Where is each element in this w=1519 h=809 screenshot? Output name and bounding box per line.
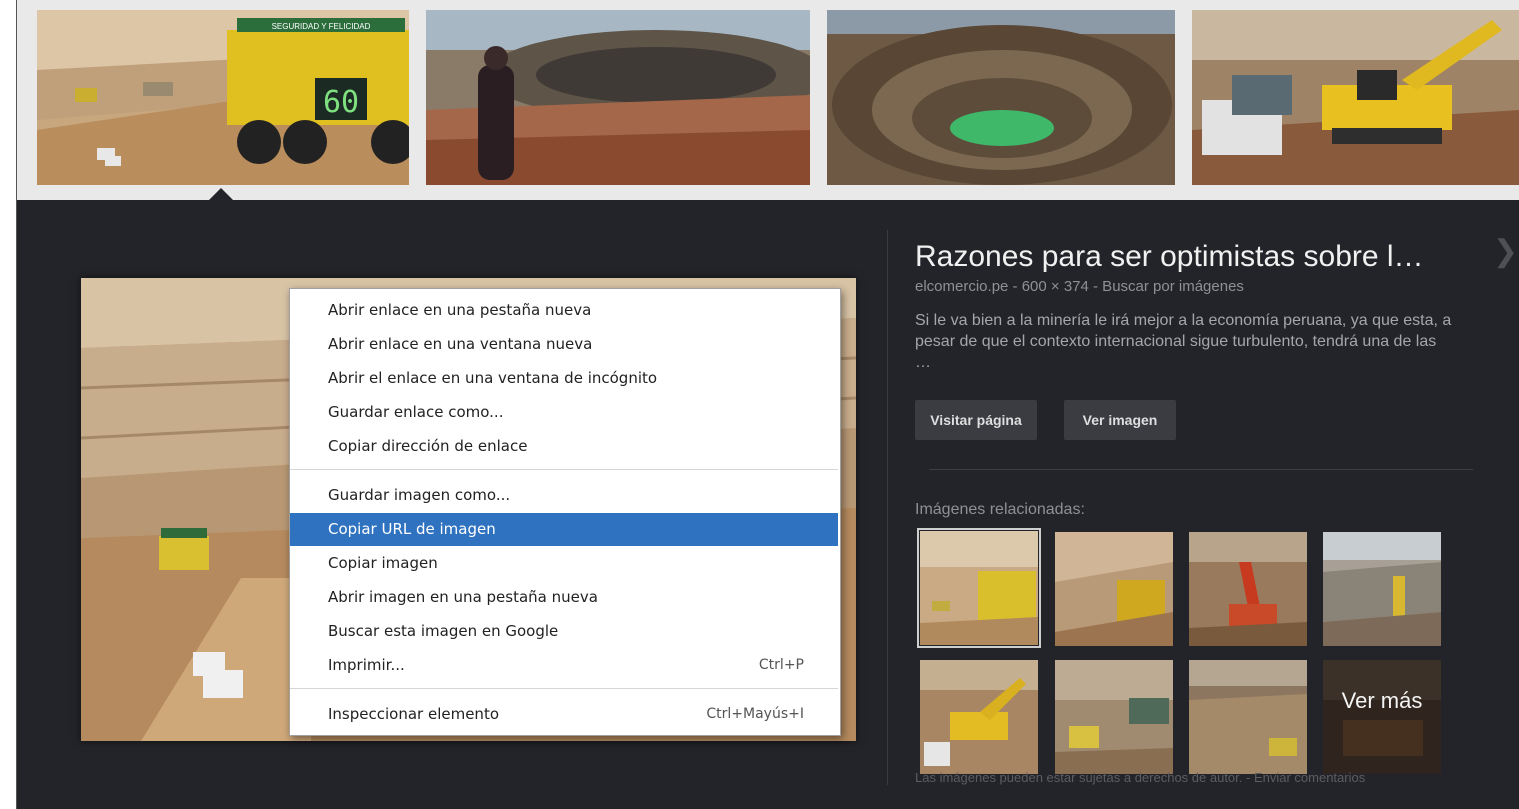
see-more-label: Ver más [1341,688,1423,713]
thumbnail-strip: SEGURIDAD Y FELICIDAD 60 [17,0,1519,202]
related-drill-rig-icon [1189,532,1307,646]
result-description: Si le va bien a la minería le irá mejor … [915,312,1452,371]
result-title[interactable]: Razones para ser optimistas sobre l… [915,240,1424,274]
related-image-5[interactable] [920,660,1038,774]
menu-item-label: Copiar imagen [328,554,438,572]
related-excavator-icon [920,660,1038,774]
menu-item-label: Copiar URL de imagen [328,520,496,538]
menu-item-open-link-new-window[interactable]: Abrir enlace en una ventana nueva [290,328,838,361]
related-image-2[interactable] [1055,532,1173,646]
menu-item-shortcut: Ctrl+P [758,657,804,673]
menu-item-label: Abrir enlace en una pestaña nueva [328,301,592,319]
menu-item-open-link-new-tab[interactable]: Abrir enlace en una pestaña nueva [290,294,838,327]
menu-item-print[interactable]: Imprimir... Ctrl+P [290,649,838,682]
thumbnail-open-pit-lake[interactable] [827,10,1175,185]
menu-item-label: Guardar enlace como... [328,403,504,421]
thumbnail-mining-truck[interactable]: SEGURIDAD Y FELICIDAD 60 [37,10,409,185]
svg-text:SEGURIDAD Y FELICIDAD: SEGURIDAD Y FELICIDAD [272,22,371,31]
related-image-7[interactable] [1189,660,1307,774]
send-feedback-link[interactable]: Enviar comentarios [1254,770,1365,785]
section-divider [929,469,1473,470]
related-image-3[interactable] [1189,532,1307,646]
image-info-panel: Razones para ser optimistas sobre l… elc… [887,230,1519,809]
see-more-tile[interactable]: Ver más [1323,660,1441,774]
menu-item-label: Abrir imagen en una pestaña nueva [328,588,598,606]
related-construction-icon [1055,660,1173,774]
thumbnail-woman-open-pit[interactable] [426,10,810,185]
svg-text:60: 60 [323,85,359,120]
menu-item-save-link-as[interactable]: Guardar enlace como... [290,396,838,429]
menu-item-save-image-as[interactable]: Guardar imagen como... [290,479,838,512]
view-image-button[interactable]: Ver imagen [1064,400,1176,440]
menu-separator [290,688,838,689]
panel-divider [887,230,888,785]
related-image-4[interactable] [1323,532,1441,646]
related-mining-truck-icon [920,531,1038,645]
copyright-footer: Las imágenes pueden estar sujetas a dere… [915,770,1365,785]
menu-item-label: Imprimir... [328,656,405,674]
menu-separator [290,469,838,470]
selected-thumbnail-pointer [207,188,235,202]
menu-item-label: Inspeccionar elemento [328,705,499,723]
related-image-6[interactable] [1055,660,1173,774]
menu-item-open-link-incognito[interactable]: Abrir el enlace en una ventana de incógn… [290,362,838,395]
menu-item-copy-link-address[interactable]: Copiar dirección de enlace [290,430,838,463]
related-pit-edge-icon [1323,532,1441,646]
menu-item-copy-image-url[interactable]: Copiar URL de imagen [290,513,838,546]
menu-item-open-image-new-tab[interactable]: Abrir imagen en una pestaña nueva [290,581,838,614]
visit-page-button[interactable]: Visitar página [915,400,1037,440]
menu-item-label: Buscar esta imagen en Google [328,622,559,640]
thumbnail-excavator[interactable] [1192,10,1519,185]
menu-item-shortcut: Ctrl+Mayús+I [706,706,804,722]
mining-truck-photo-icon: SEGURIDAD Y FELICIDAD 60 [37,10,409,185]
related-quarry-icon [1189,660,1307,774]
menu-item-inspect-element[interactable]: Inspeccionar elemento Ctrl+Mayús+I [290,698,838,731]
related-haul-road-icon [1055,532,1173,646]
menu-item-label: Guardar imagen como... [328,486,511,504]
menu-item-label: Abrir enlace en una ventana nueva [328,335,593,353]
close-chevron-icon[interactable]: ❯ [1493,234,1518,269]
image-viewer-frame: SEGURIDAD Y FELICIDAD 60 Abrir enlace en… [16,0,1519,809]
footer-separator: - [1242,770,1254,785]
context-menu: Abrir enlace en una pestaña nueva Abrir … [289,288,841,736]
result-meta: elcomercio.pe - 600 × 374 - Buscar por i… [915,278,1244,295]
related-images-heading: Imágenes relacionadas: [915,501,1085,518]
excavator-and-trucks-photo-icon [1192,10,1519,185]
woman-at-open-pit-photo-icon [426,10,810,185]
menu-item-search-image-google[interactable]: Buscar esta imagen en Google [290,615,838,648]
menu-item-copy-image[interactable]: Copiar imagen [290,547,838,580]
menu-item-label: Abrir el enlace en una ventana de incógn… [328,369,658,387]
open-pit-green-lake-photo-icon [827,10,1175,185]
related-trucks-dark-icon [1323,660,1441,774]
menu-item-label: Copiar dirección de enlace [328,437,528,455]
copyright-note: Las imágenes pueden estar sujetas a dere… [915,770,1243,785]
related-image-1[interactable] [917,528,1041,648]
